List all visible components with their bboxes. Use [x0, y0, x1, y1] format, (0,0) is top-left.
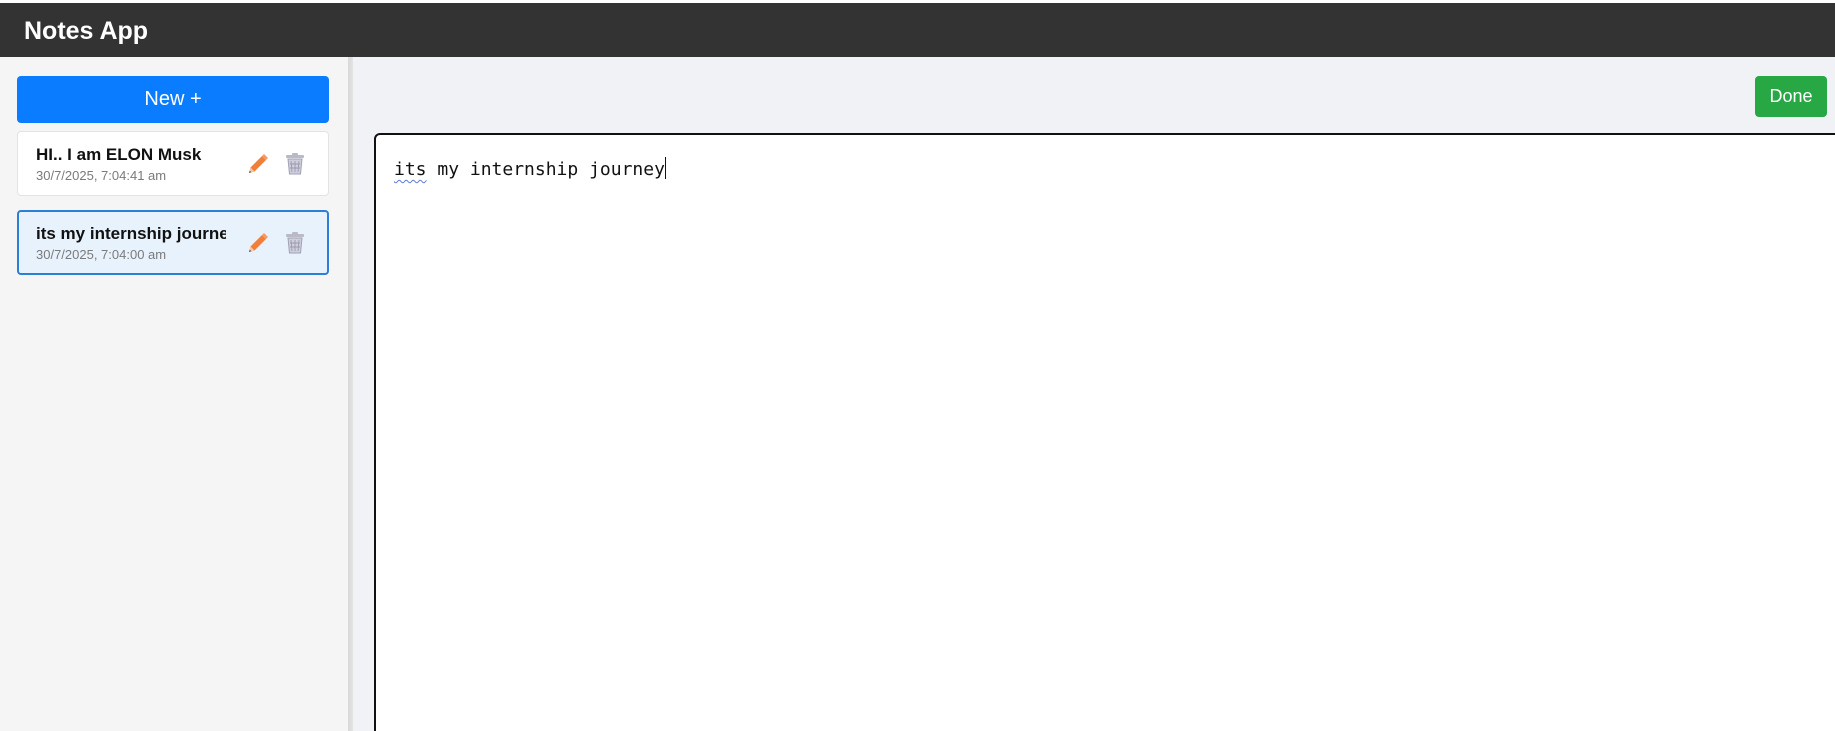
- done-button[interactable]: Done: [1755, 76, 1827, 117]
- note-editor[interactable]: its my internship journey: [374, 133, 1835, 731]
- new-note-button[interactable]: New +: [17, 76, 329, 123]
- pencil-icon[interactable]: [245, 150, 271, 178]
- text-caret: [664, 157, 666, 179]
- misspelled-word: its: [394, 159, 427, 180]
- editor-text[interactable]: its my internship journey: [394, 157, 666, 180]
- top-bar: Notes App: [0, 3, 1835, 57]
- note-list-item[interactable]: HI.. I am ELON Musk 30/7/2025, 7:04:41 a…: [17, 131, 329, 196]
- trash-icon[interactable]: [282, 229, 308, 257]
- pencil-icon[interactable]: [245, 229, 271, 257]
- note-title: HI.. I am ELON Musk: [36, 145, 202, 164]
- note-list-item-active[interactable]: its my internship journey 30/7/2025, 7:0…: [17, 210, 329, 275]
- note-title: its my internship journey: [36, 224, 226, 243]
- trash-icon[interactable]: [282, 150, 308, 178]
- app-title: Notes App: [24, 17, 149, 45]
- editor-text-rest: my internship journey: [426, 159, 665, 180]
- note-date: 30/7/2025, 7:04:00 am: [36, 247, 167, 262]
- note-date: 30/7/2025, 7:04:41 am: [36, 168, 167, 183]
